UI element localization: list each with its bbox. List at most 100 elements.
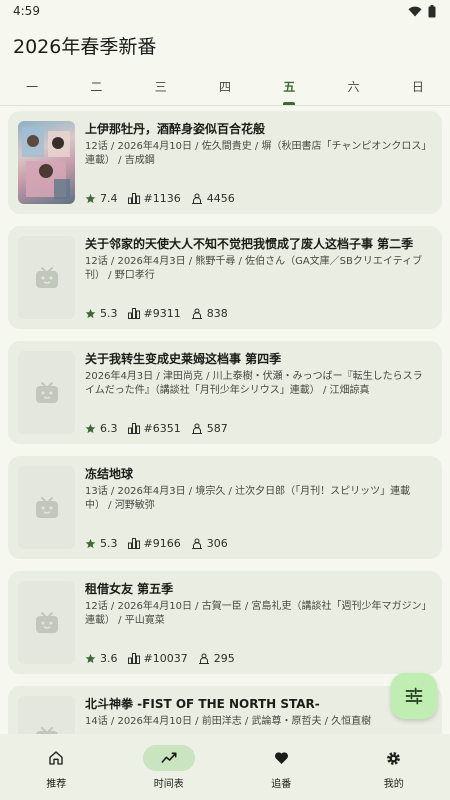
- tab-label: 五: [283, 80, 296, 94]
- anime-card[interactable]: 上伊那牡丹，酒醉身姿似百合花般 12话 / 2026年4月10日 / 佐久間貴史…: [8, 111, 442, 214]
- anime-info: 12话 / 2026年4月3日 / 熊野千尋 / 佐伯さん（GA文庫／SBクリエ…: [85, 256, 423, 281]
- collect-stat: 587: [191, 422, 228, 435]
- anime-title: 租借女友 第五季: [85, 582, 174, 596]
- rank-bars-icon: [127, 423, 140, 434]
- wifi-icon: [408, 6, 422, 16]
- rating-stat: 5.3: [85, 307, 118, 320]
- anime-cover-placeholder: [18, 696, 75, 734]
- anime-stats: 3.6 #10037 295: [85, 652, 245, 665]
- nav-item-mine[interactable]: 我的: [338, 734, 450, 800]
- nav-icon-container: [368, 745, 420, 771]
- tune-icon: [405, 687, 423, 705]
- tab-wednesday[interactable]: 三: [129, 72, 193, 105]
- collect-icon: [191, 193, 202, 204]
- tab-label: 二: [90, 80, 103, 94]
- tab-friday[interactable]: 五: [257, 72, 321, 105]
- filter-fab-button[interactable]: [391, 673, 437, 719]
- rating-stat: 7.4: [85, 192, 118, 205]
- rank-value: #9166: [143, 537, 181, 550]
- rating-value: 5.3: [100, 537, 118, 550]
- anime-card[interactable]: 冻结地球 13话 / 2026年4月3日 / 境宗久 / 辻次夕日郎（「月刊！ス…: [8, 456, 442, 559]
- rating-stat: 6.3: [85, 422, 118, 435]
- tab-label: 日: [411, 80, 424, 94]
- collect-value: 838: [206, 307, 228, 320]
- collect-icon: [191, 308, 202, 319]
- tab-label: 六: [347, 80, 360, 94]
- rank-stat: #9311: [127, 307, 181, 320]
- rank-value: #10037: [143, 652, 188, 665]
- collect-stat: 306: [191, 537, 228, 550]
- rank-value: #9311: [143, 307, 181, 320]
- trend-icon: [161, 752, 177, 763]
- bottom-navigation: 推荐 时间表 追番 我的: [0, 734, 450, 800]
- anime-cover-placeholder: [18, 236, 75, 319]
- tv-placeholder-icon: [35, 381, 58, 403]
- anime-title: 关于邻家的天使大人不知不觉把我惯成了废人这档子事 第二季: [85, 237, 414, 251]
- anime-info: 13话 / 2026年4月3日 / 境宗久 / 辻次夕日郎（「月刊！スピリッツ」…: [85, 486, 411, 511]
- rank-stat: #9166: [127, 537, 181, 550]
- rating-value: 5.3: [100, 307, 118, 320]
- nav-label: 时间表: [153, 779, 184, 790]
- nav-item-schedule[interactable]: 时间表: [113, 734, 226, 800]
- star-icon: [85, 308, 96, 319]
- anime-stats: 5.3 #9166 306: [85, 537, 238, 550]
- nav-item-following[interactable]: 追番: [225, 734, 338, 800]
- anime-card[interactable]: 租借女友 第五季 12话 / 2026年4月10日 / 古賀一臣 / 宮島礼吏（…: [8, 571, 442, 674]
- rank-bars-icon: [127, 538, 140, 549]
- nav-label: 我的: [383, 779, 404, 790]
- rating-stat: 3.6: [85, 652, 118, 665]
- tab-monday[interactable]: 一: [0, 72, 64, 105]
- tv-placeholder-icon: [35, 496, 58, 518]
- rating-value: 7.4: [100, 192, 118, 205]
- nav-icon-container: [30, 745, 82, 771]
- anime-cover-placeholder: [18, 581, 75, 664]
- anime-title: 冻结地球: [85, 467, 134, 481]
- nav-icon-container: [255, 745, 307, 771]
- anime-card[interactable]: 关于我转生变成史莱姆这档事 第四季 2026年4月3日 / 津田尚克 / 川上泰…: [8, 341, 442, 444]
- collect-stat: 838: [191, 307, 228, 320]
- tv-placeholder-icon: [35, 611, 58, 633]
- collect-icon: [191, 423, 202, 434]
- tv-placeholder-icon: [35, 266, 58, 288]
- collect-stat: 4456: [191, 192, 235, 205]
- star-icon: [85, 193, 96, 204]
- anime-list: 上伊那牡丹，酒醉身姿似百合花般 12话 / 2026年4月10日 / 佐久間貴史…: [0, 108, 450, 734]
- tab-tuesday[interactable]: 二: [64, 72, 128, 105]
- rank-stat: #1136: [127, 192, 181, 205]
- tab-label: 四: [218, 80, 231, 94]
- tab-thursday[interactable]: 四: [193, 72, 257, 105]
- nav-label: 追番: [271, 779, 292, 790]
- rating-stat: 5.3: [85, 537, 118, 550]
- anime-cover-placeholder: [18, 351, 75, 434]
- status-bar: 4:59: [0, 0, 450, 22]
- anime-info: 12话 / 2026年4月10日 / 佐久間貴史 / 塀（秋田書店「チャンピオン…: [85, 141, 427, 166]
- rank-stat: #6351: [127, 422, 181, 435]
- star-icon: [85, 538, 96, 549]
- battery-icon: [428, 4, 436, 17]
- rank-bars-icon: [127, 653, 140, 664]
- rating-value: 3.6: [100, 652, 118, 665]
- page-title: 2026年春季新番: [13, 36, 157, 58]
- anime-title: 上伊那牡丹，酒醉身姿似百合花般: [85, 122, 266, 136]
- rank-value: #1136: [143, 192, 181, 205]
- anime-card[interactable]: 北斗神拳 -FIST OF THE NORTH STAR- 14话 / 2026…: [8, 686, 442, 734]
- anime-info: 2026年4月3日 / 津田尚克 / 川上泰樹・伏瀬・みっつばー『転生したらスラ…: [85, 371, 423, 396]
- star-icon: [85, 423, 96, 434]
- tab-saturday[interactable]: 六: [321, 72, 385, 105]
- collect-value: 306: [206, 537, 228, 550]
- nav-item-recommend[interactable]: 推荐: [0, 734, 113, 800]
- anime-card[interactable]: 关于邻家的天使大人不知不觉把我惯成了废人这档子事 第二季 12话 / 2026年…: [8, 226, 442, 329]
- rank-bars-icon: [127, 193, 140, 204]
- weekday-tabs: 一 二 三 四 五 六 日: [0, 72, 450, 106]
- anime-stats: 5.3 #9311 838: [85, 307, 238, 320]
- rank-value: #6351: [143, 422, 181, 435]
- tab-sunday[interactable]: 日: [386, 72, 450, 105]
- anime-stats: 7.4 #1136 4456: [85, 192, 245, 205]
- collect-value: 587: [206, 422, 228, 435]
- status-time: 4:59: [13, 4, 40, 18]
- anime-title: 北斗神拳 -FIST OF THE NORTH STAR-: [85, 697, 320, 711]
- anime-cover-image: [18, 121, 75, 204]
- rank-stat: #10037: [127, 652, 188, 665]
- tv-placeholder-icon: [35, 726, 58, 734]
- star-icon: [85, 653, 96, 664]
